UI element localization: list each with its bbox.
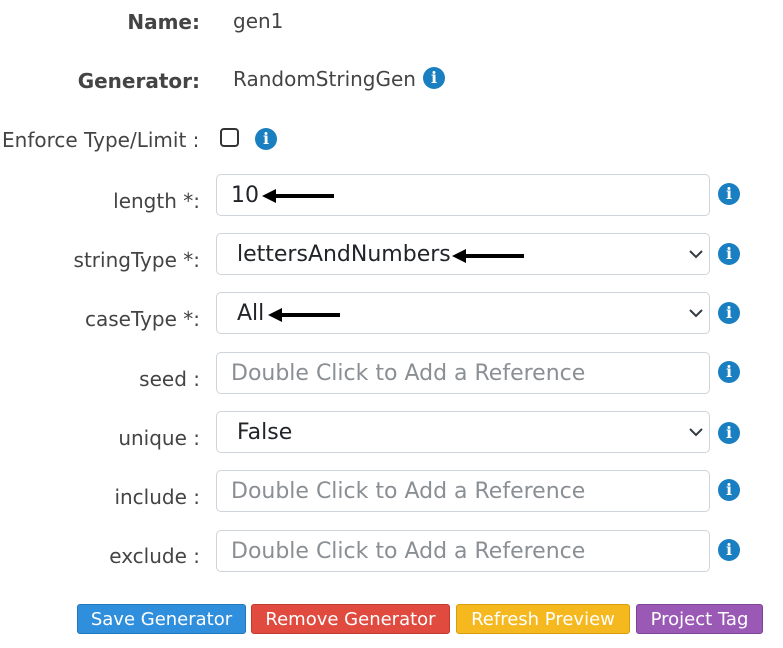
stringType-selected-value: lettersAndNumbers — [237, 241, 451, 267]
include-label: include : — [114, 485, 200, 509]
include-info-icon[interactable]: i — [718, 479, 740, 501]
include-input[interactable] — [216, 470, 710, 512]
length-label: length *: — [113, 189, 200, 213]
stringType-label: stringType *: — [73, 248, 200, 272]
enforce-info-icon[interactable]: i — [255, 128, 277, 150]
remove-generator-button[interactable]: Remove Generator — [251, 604, 450, 634]
caseType-label: caseType *: — [84, 307, 200, 331]
unique-selected-value: False — [237, 419, 293, 445]
generator-info-icon[interactable]: i — [423, 67, 445, 89]
enforce-checkbox[interactable] — [220, 128, 239, 147]
chevron-down-icon — [689, 250, 703, 259]
save-generator-button[interactable]: Save Generator — [77, 604, 246, 634]
caseType-selected-value: All — [237, 300, 265, 326]
seed-info-icon[interactable]: i — [718, 361, 740, 383]
stringType-arrow — [452, 249, 524, 263]
name-label: Name: — [127, 10, 200, 34]
exclude-input[interactable] — [216, 530, 710, 572]
enforce-label: Enforce Type/Limit : — [2, 128, 200, 152]
unique-select[interactable]: False — [216, 411, 710, 453]
unique-info-icon[interactable]: i — [718, 422, 740, 444]
exclude-info-icon[interactable]: i — [718, 539, 740, 561]
refresh-preview-button[interactable]: Refresh Preview — [456, 604, 630, 634]
name-value: gen1 — [233, 9, 284, 33]
seed-label: seed : — [139, 367, 200, 391]
generator-label: Generator: — [77, 69, 200, 93]
project-tag-button[interactable]: Project Tag — [636, 604, 763, 634]
chevron-down-icon — [689, 309, 703, 318]
generator-value: RandomStringGen — [233, 67, 416, 91]
seed-input[interactable] — [216, 352, 710, 394]
length-arrow — [262, 189, 334, 203]
unique-label: unique : — [118, 426, 200, 450]
chevron-down-icon — [689, 428, 703, 437]
caseType-info-icon[interactable]: i — [718, 302, 740, 324]
exclude-label: exclude : — [109, 544, 200, 568]
stringType-info-icon[interactable]: i — [718, 243, 740, 265]
length-info-icon[interactable]: i — [718, 183, 740, 205]
caseType-arrow — [268, 308, 340, 322]
